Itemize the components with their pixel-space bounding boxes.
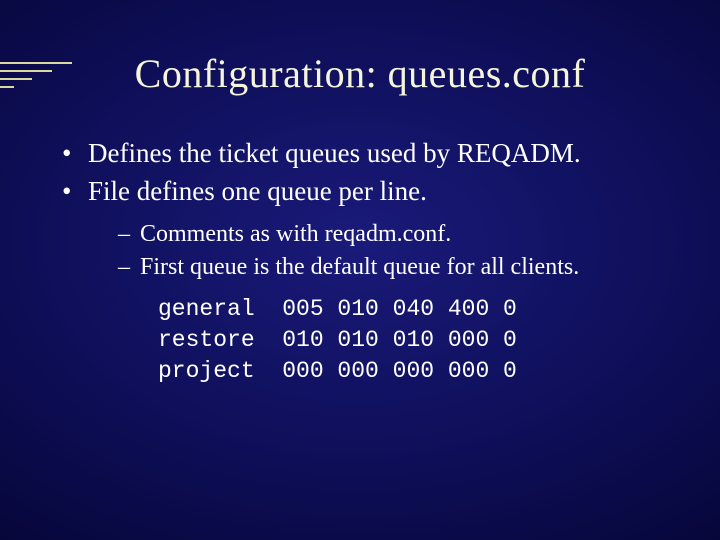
sub-bullet-item: Comments as with reqadm.conf. (118, 218, 670, 250)
code-line: general 005 010 040 400 0 (158, 296, 517, 322)
code-line: restore 010 010 010 000 0 (158, 327, 517, 353)
sub-bullet-text: First queue is the default queue for all… (140, 254, 579, 280)
sub-bullet-item: First queue is the default queue for all… (118, 251, 670, 283)
code-line: project 000 000 000 000 0 (158, 358, 517, 384)
bullet-item: File defines one queue per line. Comment… (62, 173, 670, 386)
slide-title: Configuration: queues.conf (50, 50, 670, 97)
code-block: general 005 010 040 400 0 restore 010 01… (158, 294, 670, 387)
bullet-item: Defines the ticket queues used by REQADM… (62, 135, 670, 171)
bullet-list: Defines the ticket queues used by REQADM… (62, 135, 670, 387)
sub-bullet-list: Comments as with reqadm.conf. First queu… (118, 218, 670, 284)
slide: Configuration: queues.conf Defines the t… (0, 0, 720, 540)
sub-bullet-text: Comments as with reqadm.conf. (140, 221, 451, 247)
bullet-text: Defines the ticket queues used by REQADM… (88, 138, 581, 168)
bullet-text: File defines one queue per line. (88, 176, 427, 206)
